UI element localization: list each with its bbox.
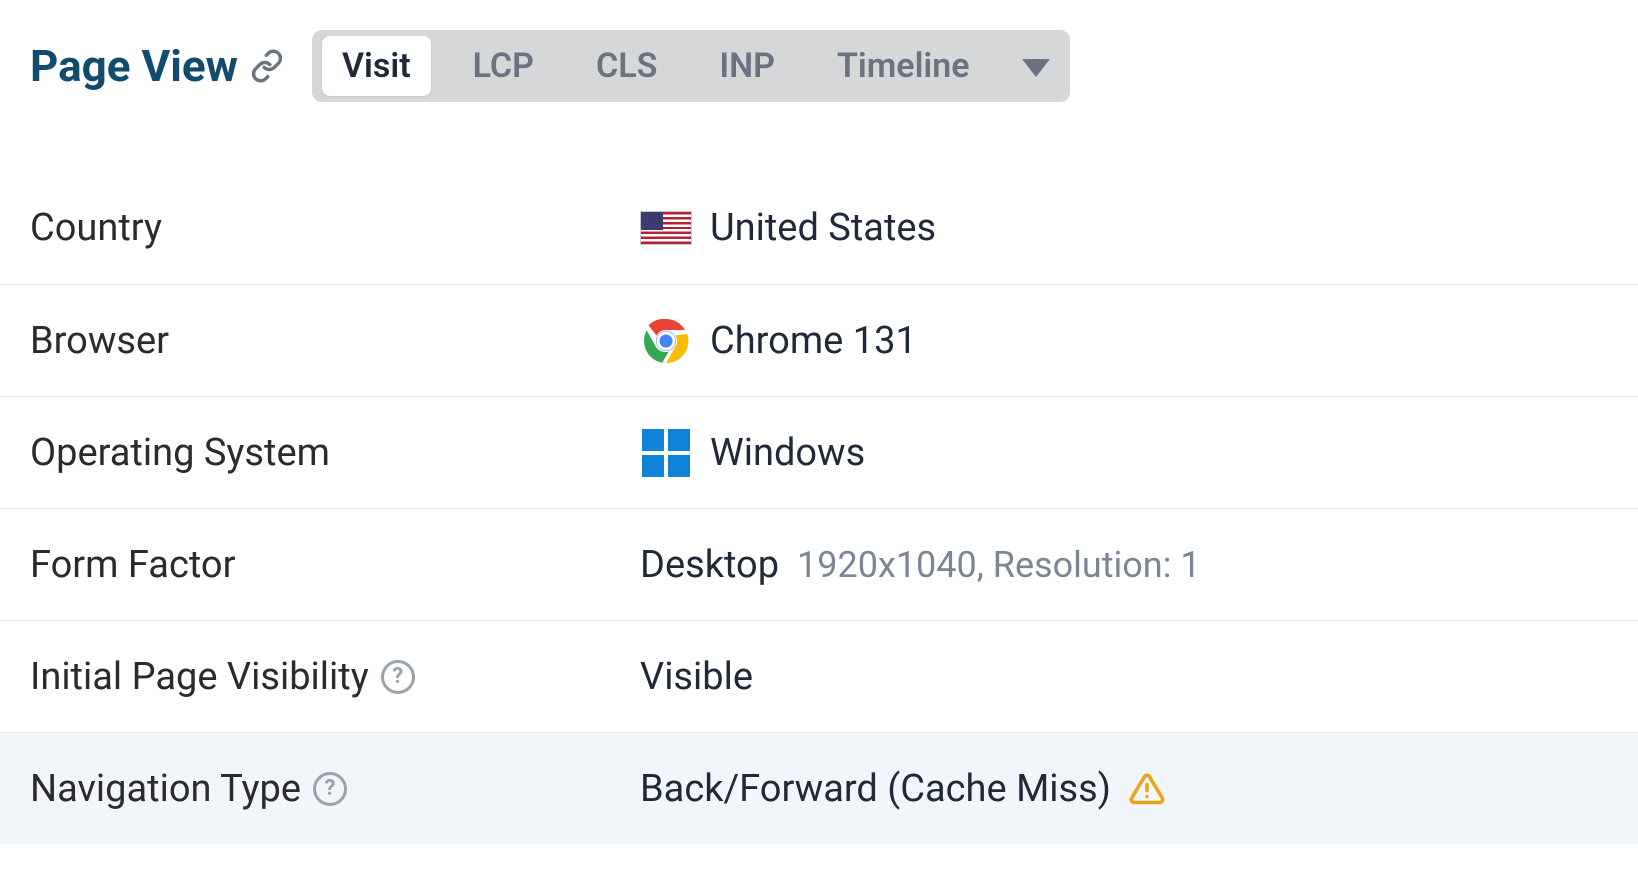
- flag-us-icon: [640, 202, 692, 254]
- value-form-factor: Desktop: [640, 543, 779, 587]
- help-icon[interactable]: ?: [381, 660, 415, 694]
- value-form-factor-secondary: 1920x1040, Resolution: 1: [797, 544, 1201, 586]
- row-browser: Browser Chrome 131: [0, 284, 1638, 396]
- help-icon[interactable]: ?: [313, 772, 347, 806]
- value-country: United States: [710, 206, 936, 250]
- link-icon[interactable]: [250, 49, 284, 83]
- details-table: Country United States Browser: [0, 172, 1638, 844]
- header: Page View Visit LCP CLS INP Timeline: [0, 0, 1638, 112]
- value-navigation-type: Back/Forward (Cache Miss): [640, 767, 1111, 811]
- tab-lcp[interactable]: LCP: [453, 36, 554, 96]
- label-visibility: Initial Page Visibility: [30, 655, 369, 699]
- tab-group: Visit LCP CLS INP Timeline: [312, 30, 1070, 102]
- tab-cls[interactable]: CLS: [576, 36, 677, 96]
- label-navigation-type: Navigation Type: [30, 767, 301, 811]
- value-browser: Chrome 131: [710, 319, 917, 363]
- label-country: Country: [30, 206, 640, 250]
- label-os: Operating System: [30, 431, 640, 475]
- row-form-factor: Form Factor Desktop 1920x1040, Resolutio…: [0, 508, 1638, 620]
- tab-inp[interactable]: INP: [699, 36, 795, 96]
- label-browser: Browser: [30, 319, 640, 363]
- value-visibility: Visible: [640, 655, 753, 699]
- page-title: Page View: [30, 40, 238, 92]
- label-form-factor: Form Factor: [30, 543, 640, 587]
- value-os: Windows: [710, 431, 865, 475]
- windows-icon: [640, 427, 692, 479]
- row-navigation-type: Navigation Type ? Back/Forward (Cache Mi…: [0, 732, 1638, 844]
- chrome-icon: [640, 315, 692, 367]
- tab-visit[interactable]: Visit: [322, 36, 431, 96]
- chevron-down-icon: [1022, 59, 1050, 77]
- row-visibility: Initial Page Visibility ? Visible: [0, 620, 1638, 732]
- tab-more-dropdown[interactable]: [1012, 36, 1060, 96]
- row-os: Operating System Windows: [0, 396, 1638, 508]
- row-country: Country United States: [0, 172, 1638, 284]
- tab-timeline[interactable]: Timeline: [817, 36, 990, 96]
- warning-icon: [1129, 771, 1165, 807]
